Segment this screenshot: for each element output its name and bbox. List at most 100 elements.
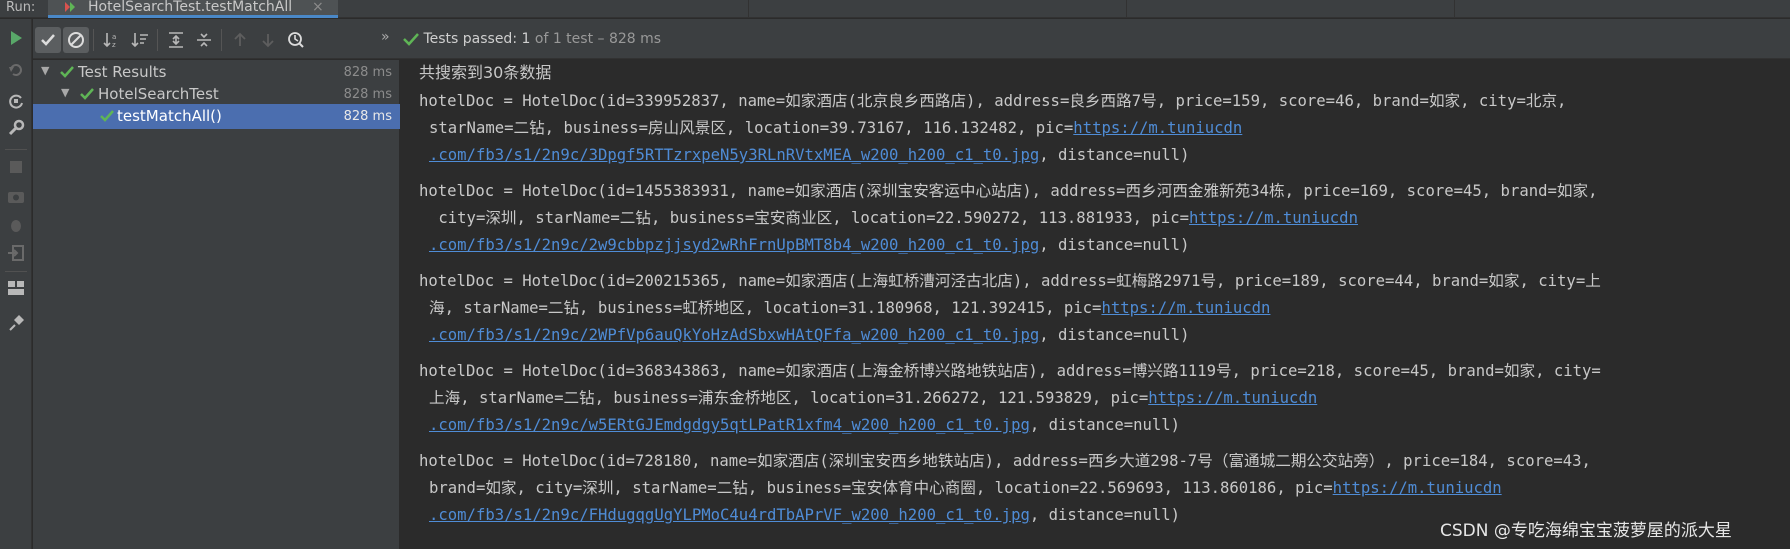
expand-all-icon xyxy=(169,32,183,48)
next-failed-button[interactable] xyxy=(255,27,281,53)
toolbar-divider xyxy=(93,29,94,51)
history-icon xyxy=(288,32,304,48)
image-link[interactable]: https://m.tuniucdn xyxy=(1148,389,1317,407)
console-output[interactable]: 共搜索到30条数据 hotelDoc = HotelDoc(id=3399528… xyxy=(401,60,1790,549)
junit-run-icon xyxy=(65,2,75,12)
test-runner-toolbar: az » Tests passed: 1 of 1 test – 828 ms xyxy=(33,19,1790,59)
console-text: starName=二钻, business=房山风景区, location=39… xyxy=(429,119,1074,137)
tree-item-duration: 828 ms xyxy=(343,109,392,124)
rerun-failed-icon[interactable] xyxy=(6,60,26,80)
chevron-down-icon[interactable]: ▼ xyxy=(61,86,69,99)
console-line: .com/fb3/s1/2n9c/FHdugqgUgYLPMoC4u4rdTbA… xyxy=(429,505,1180,525)
passed-check-icon xyxy=(80,88,94,100)
toolbar-divider xyxy=(157,29,158,51)
result-count-line: 共搜索到30条数据 xyxy=(419,63,552,82)
sort-alpha-icon: az xyxy=(103,33,116,49)
console-text: 海, starName=二钻, business=虹桥地区, location=… xyxy=(429,299,1102,317)
layout-icon[interactable] xyxy=(6,278,26,298)
image-link[interactable]: .com/fb3/s1/2n9c/2w9cbbpzjjsyd2wRhFrnUpB… xyxy=(429,236,1039,254)
ignored-icon xyxy=(68,32,84,48)
status-prefix: Tests passed: xyxy=(423,31,522,47)
run-tab-title[interactable]: HotelSearchTest.testMatchAll xyxy=(88,0,292,15)
stop-icon[interactable] xyxy=(6,157,26,177)
console-line: hotelDoc = HotelDoc(id=368343863, name=如… xyxy=(419,362,1601,380)
run-tab-bar: Run: HotelSearchTest.testMatchAll × xyxy=(0,0,1790,18)
console-line: .com/fb3/s1/2n9c/2WPfVp6auQkYoHzAdSbxwHA… xyxy=(429,325,1189,345)
console-line: hotelDoc = HotelDoc(id=728180, name=如家酒店… xyxy=(419,452,1591,470)
console-line: .com/fb3/s1/2n9c/w5ERtGJEmdgdgy5qtLPatR1… xyxy=(429,415,1180,435)
console-line: brand=如家, city=深圳, starName=二钻, business… xyxy=(429,478,1502,498)
sort-by-duration-button[interactable] xyxy=(127,27,153,53)
image-link[interactable]: https://m.tuniucdn xyxy=(1333,479,1502,497)
strip-divider xyxy=(5,149,27,150)
passed-check-icon xyxy=(403,33,419,46)
expand-all-button[interactable] xyxy=(163,27,189,53)
toolbar-divider xyxy=(1454,0,1455,18)
image-link[interactable]: https://m.tuniucdn xyxy=(1101,299,1270,317)
image-link[interactable]: .com/fb3/s1/2n9c/w5ERtGJEmdgdgy5qtLPatR1… xyxy=(429,416,1030,434)
console-text: 上海, starName=二钻, business=浦东金桥地区, locati… xyxy=(429,389,1149,407)
toggle-auto-test-icon[interactable] xyxy=(6,91,26,111)
console-line: starName=二钻, business=房山风景区, location=39… xyxy=(429,118,1242,138)
console-text: city=深圳, starName=二钻, business=宝安商业区, lo… xyxy=(429,209,1189,227)
console-line: city=深圳, starName=二钻, business=宝安商业区, lo… xyxy=(429,208,1358,228)
more-chevron-icon[interactable]: » xyxy=(381,29,390,45)
passed-check-icon xyxy=(60,66,74,78)
wrench-icon[interactable] xyxy=(6,118,26,138)
chevron-down-icon[interactable]: ▼ xyxy=(41,64,49,77)
left-tool-strip xyxy=(0,19,32,549)
tree-item-label: Test Results xyxy=(78,63,167,81)
console-line: 海, starName=二钻, business=虹桥地区, location=… xyxy=(429,298,1270,318)
run-tab-underline xyxy=(48,15,338,18)
image-link[interactable]: https://m.tuniucdn xyxy=(1073,119,1242,137)
image-link[interactable]: .com/fb3/s1/2n9c/3Dpgf5RTTzrxpeN5y3RLnRV… xyxy=(429,146,1039,164)
console-text: , distance=null) xyxy=(1039,146,1190,164)
console-line: hotelDoc = HotelDoc(id=200215365, name=如… xyxy=(419,272,1601,290)
csdn-watermark: CSDN @专吃海绵宝宝菠萝屋的派大星 xyxy=(1440,521,1732,541)
strip-divider xyxy=(5,271,27,272)
run-label: Run: xyxy=(6,0,36,15)
svg-text:z: z xyxy=(112,41,116,49)
import-icon[interactable] xyxy=(6,243,26,263)
image-link[interactable]: https://m.tuniucdn xyxy=(1189,209,1358,227)
status-suffix: of 1 test – 828 ms xyxy=(530,31,662,47)
sort-alphabetically-button[interactable]: az xyxy=(99,27,125,53)
bug-icon[interactable] xyxy=(6,215,26,235)
tree-item-testmatchall[interactable]: testMatchAll() 828 ms xyxy=(33,104,400,129)
tree-item-label: testMatchAll() xyxy=(117,107,222,125)
console-text: , distance=null) xyxy=(1039,236,1190,254)
console-line: hotelDoc = HotelDoc(id=1455383931, name=… xyxy=(419,182,1598,200)
collapse-all-icon xyxy=(197,33,211,47)
rerun-icon[interactable] xyxy=(6,28,26,48)
show-passed-button[interactable] xyxy=(35,27,61,53)
arrow-up-icon xyxy=(234,32,246,46)
console-line: hotelDoc = HotelDoc(id=339952837, name=如… xyxy=(419,92,1567,110)
toolbar-divider xyxy=(221,29,222,51)
show-ignored-button[interactable] xyxy=(63,27,89,53)
toolbar-divider xyxy=(748,0,749,18)
image-link[interactable]: .com/fb3/s1/2n9c/2WPfVp6auQkYoHzAdSbxwHA… xyxy=(429,326,1039,344)
tree-item-duration: 828 ms xyxy=(343,87,392,102)
console-line: .com/fb3/s1/2n9c/2w9cbbpzjjsyd2wRhFrnUpB… xyxy=(429,235,1189,255)
collapse-all-button[interactable] xyxy=(191,27,217,53)
passed-check-icon xyxy=(100,110,114,122)
test-results-tree: ▼ Test Results 828 ms ▼ HotelSearchTest … xyxy=(33,60,400,549)
tree-item-duration: 828 ms xyxy=(343,65,392,80)
camera-icon[interactable] xyxy=(6,186,26,206)
arrow-down-icon xyxy=(262,34,274,48)
console-line: .com/fb3/s1/2n9c/3Dpgf5RTTzrxpeN5y3RLnRV… xyxy=(429,145,1189,165)
tree-item-label: HotelSearchTest xyxy=(98,85,219,103)
console-text: brand=如家, city=深圳, starName=二钻, business… xyxy=(429,479,1333,497)
test-history-button[interactable] xyxy=(283,27,309,53)
previous-failed-button[interactable] xyxy=(227,27,253,53)
check-icon xyxy=(41,34,55,46)
sort-duration-icon xyxy=(131,33,148,48)
console-line: 上海, starName=二钻, business=浦东金桥地区, locati… xyxy=(429,388,1317,408)
svg-text:a: a xyxy=(112,33,116,41)
test-status: Tests passed: 1 of 1 test – 828 ms xyxy=(403,28,661,50)
image-link[interactable]: .com/fb3/s1/2n9c/FHdugqgUgYLPMoC4u4rdTbA… xyxy=(429,506,1030,524)
close-icon[interactable]: × xyxy=(312,0,324,14)
console-text: , distance=null) xyxy=(1029,506,1181,524)
toolbar-divider xyxy=(1126,0,1127,18)
pin-icon[interactable] xyxy=(6,313,26,333)
